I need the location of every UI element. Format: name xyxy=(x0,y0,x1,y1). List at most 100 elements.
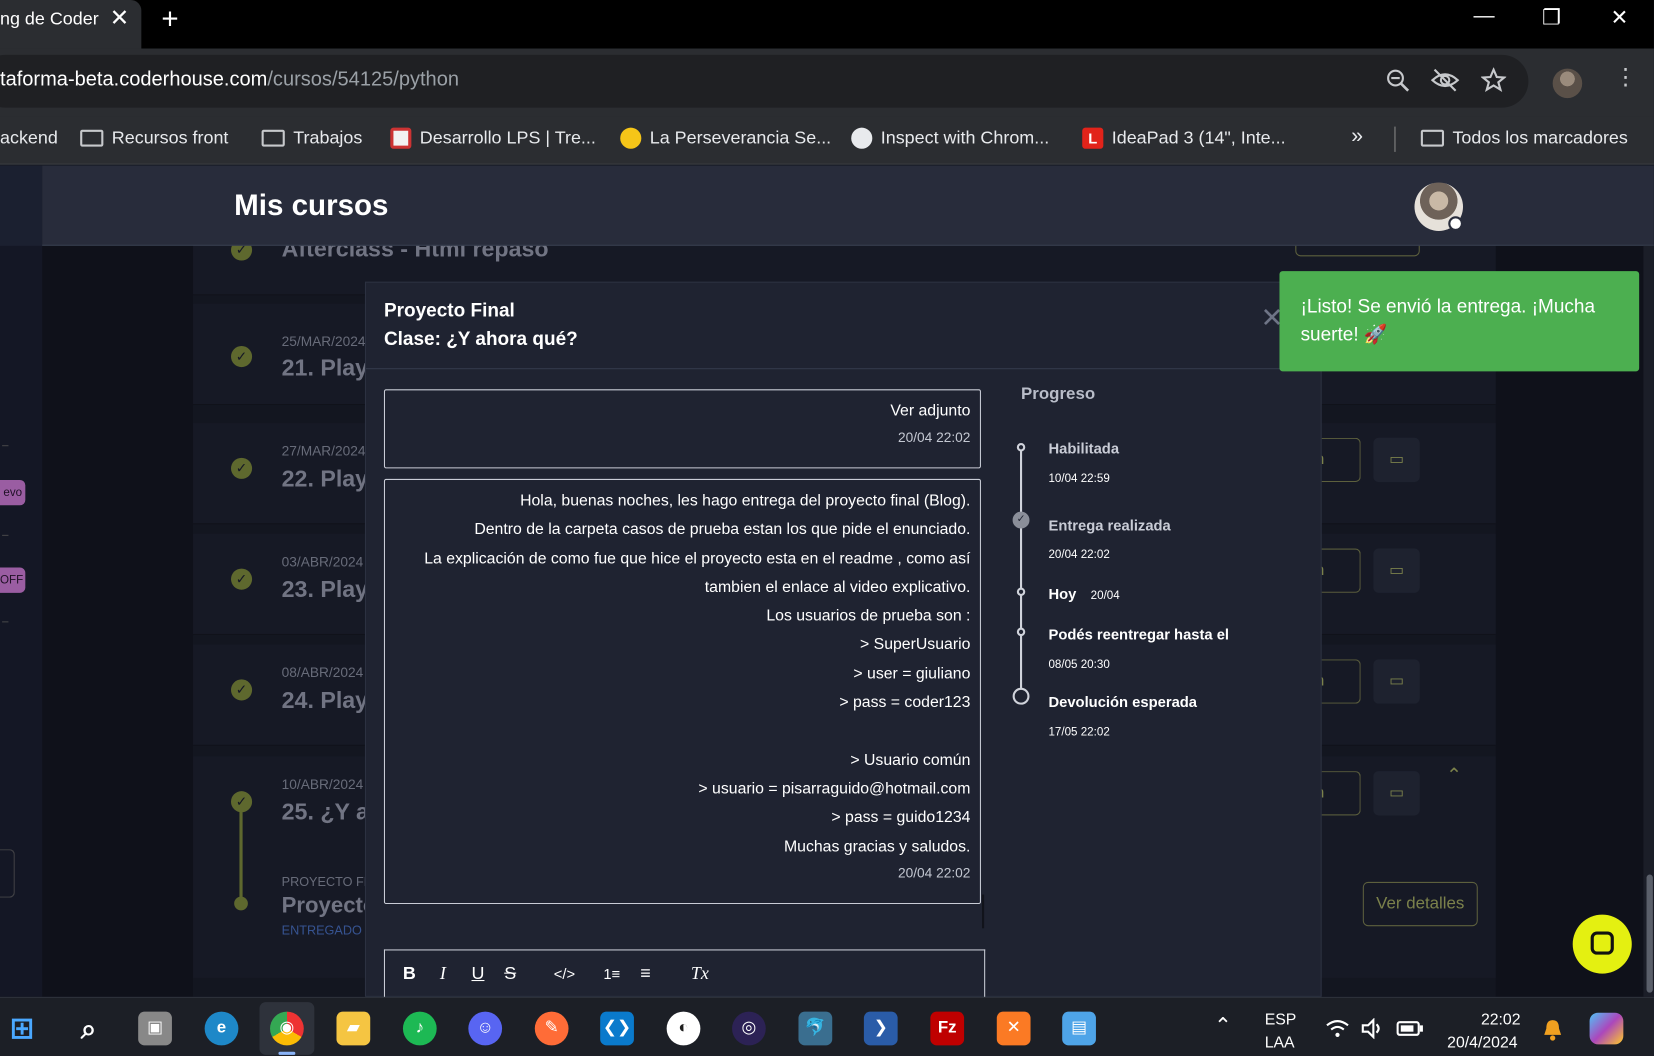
modal-subtitle: Clase: ¿Y ahora qué? xyxy=(383,328,578,350)
postman-icon[interactable]: ✎ xyxy=(534,1011,569,1046)
modal-header: Proyecto Final Clase: ¿Y ahora qué? ✕ xyxy=(366,283,1323,370)
chat-launcher-button[interactable] xyxy=(1572,914,1632,974)
new-tab-icon[interactable]: + xyxy=(161,2,178,36)
chat-icon xyxy=(1590,931,1614,955)
volume-icon[interactable] xyxy=(1361,1017,1386,1040)
powershell-icon[interactable]: ❯ xyxy=(863,1011,898,1046)
progress-step-label: Entrega realizada xyxy=(1048,516,1171,534)
bookmark-label: ackend xyxy=(0,127,58,148)
message-line: La explicación de como fue que hice el p… xyxy=(424,549,971,568)
close-tab-icon[interactable]: ✕ xyxy=(110,4,129,31)
strikethrough-button[interactable]: S xyxy=(504,963,516,984)
profile-avatar[interactable] xyxy=(1552,68,1583,99)
progress-node-open xyxy=(1012,687,1030,705)
message-time: 20/04 22:02 xyxy=(897,429,971,446)
message-line: > pass = coder123 xyxy=(839,693,971,712)
xampp-icon[interactable]: ✕ xyxy=(996,1011,1031,1046)
submission-message: Hola, buenas noches, les hago entrega de… xyxy=(383,478,981,905)
github-desktop-icon[interactable]: ◐ xyxy=(666,1011,701,1046)
spotify-icon[interactable]: ♪ xyxy=(402,1011,437,1046)
bold-button[interactable]: B xyxy=(403,963,416,984)
battery-icon[interactable] xyxy=(1396,1020,1424,1037)
clock-date[interactable]: 20/4/2024 xyxy=(1447,1034,1517,1052)
bookmarks-divider xyxy=(1394,126,1396,152)
tab-title: ng de Coder xyxy=(0,8,99,29)
star-icon[interactable] xyxy=(1480,67,1507,93)
language-bottom[interactable]: LAA xyxy=(1265,1034,1295,1052)
copilot-icon[interactable] xyxy=(1589,1012,1624,1045)
bookmark-label: La Perseverancia Se... xyxy=(649,127,832,148)
attachment-link[interactable]: Ver adjunto xyxy=(394,397,970,426)
menu-kebab-icon[interactable]: ⋮ xyxy=(1614,63,1637,90)
clock-time[interactable]: 22:02 xyxy=(1481,1011,1521,1029)
mysql-workbench-icon[interactable]: 🐬 xyxy=(798,1011,833,1046)
progress-line xyxy=(1019,446,1023,700)
language-top[interactable]: ESP xyxy=(1265,1011,1297,1029)
bullet-list-button[interactable]: ≡ xyxy=(640,963,650,984)
message-line: Muchas gracias y saludos. xyxy=(783,837,971,856)
browser-tab[interactable]: ng de Coder ✕ xyxy=(0,0,142,49)
bookmark-item[interactable]: Recursos front xyxy=(80,128,228,149)
bookmark-item[interactable]: ackend xyxy=(0,128,58,149)
address-bar[interactable]: taforma-beta.coderhouse.com/cursos/54125… xyxy=(0,54,1529,108)
notepad-icon[interactable]: ▤ xyxy=(1062,1011,1096,1046)
zoom-icon[interactable] xyxy=(1385,68,1410,93)
page-title: Mis cursos xyxy=(234,188,389,222)
progress-step-label: Habilitada xyxy=(1048,439,1120,457)
italic-button[interactable]: I xyxy=(440,963,446,984)
clear-format-button[interactable]: Tx xyxy=(691,963,709,984)
restore-icon[interactable]: ❐ xyxy=(1542,4,1561,30)
underline-button[interactable]: U xyxy=(471,963,484,984)
window-close-icon[interactable]: ✕ xyxy=(1611,4,1629,30)
progress-step-time: 17/05 22:02 xyxy=(1048,725,1110,739)
bookmark-item[interactable]: Desarrollo LPS | Tre... xyxy=(390,127,596,149)
submission-modal: Proyecto Final Clase: ¿Y ahora qué? ✕ Ve… xyxy=(364,281,1323,1003)
message-line: > usuario = pisarraguido@hotmail.com xyxy=(698,779,971,798)
url-path: /cursos/54125/python xyxy=(267,68,460,91)
wifi-icon[interactable] xyxy=(1325,1019,1350,1038)
chrome-icon[interactable]: ◉ xyxy=(270,1011,304,1046)
progress-step-label: Hoy xyxy=(1048,585,1077,603)
message-line: tambien el enlace al video explicativo. xyxy=(704,577,971,596)
edge-icon[interactable]: e xyxy=(204,1011,239,1046)
ordered-list-button[interactable]: 1≡ xyxy=(603,965,620,982)
folder-icon xyxy=(261,129,285,147)
code-button[interactable]: </> xyxy=(554,965,575,982)
progress-step-time: 08/05 20:30 xyxy=(1048,658,1110,671)
message-line xyxy=(394,717,970,746)
minimize-icon[interactable]: — xyxy=(1474,4,1495,28)
progress-step-label: Devolución esperada xyxy=(1048,693,1198,710)
bookmark-item[interactable]: Inspect with Chrom... xyxy=(851,127,1049,149)
bookmark-item[interactable]: Trabajos xyxy=(261,128,362,149)
message-time: 20/04 22:02 xyxy=(897,864,971,881)
discord-icon[interactable]: ☺ xyxy=(468,1011,503,1046)
bookmark-item[interactable]: L IdeaPad 3 (14", Inte... xyxy=(1082,127,1286,149)
page-scrollbar-thumb[interactable] xyxy=(1646,874,1653,993)
modal-title: Proyecto Final xyxy=(383,299,515,321)
file-explorer-icon[interactable]: ▰ xyxy=(336,1011,371,1046)
all-bookmarks[interactable]: Todos los marcadores xyxy=(1420,127,1628,149)
task-view-icon[interactable]: ▣ xyxy=(138,1011,172,1046)
reply-editor[interactable]: B I U S </> 1≡ ≡ Tx xyxy=(383,949,986,1003)
success-toast[interactable]: ¡Listo! Se envió la entrega. ¡Mucha suer… xyxy=(1279,271,1640,372)
start-icon[interactable]: ⊞ xyxy=(5,1012,39,1046)
tray-overflow-icon[interactable]: ⌃ xyxy=(1214,1013,1232,1039)
scrollbar[interactable] xyxy=(982,894,985,929)
notification-bell-icon[interactable] xyxy=(1542,1018,1563,1041)
bookmark-item[interactable]: La Perseverancia Se... xyxy=(620,127,832,149)
screen: ng de Coder ✕ + — ❐ ✕ taforma-beta.coder… xyxy=(0,0,1654,1056)
bookmarks-bar: ackend Recursos front Trabajos Desarroll… xyxy=(0,116,1654,165)
vscode-icon[interactable]: ❮❯ xyxy=(600,1011,634,1046)
eclipse-icon[interactable]: ◎ xyxy=(732,1011,766,1046)
message-line: > pass = guido1234 xyxy=(831,808,971,827)
progress-step-label: Podés reentregar hasta el xyxy=(1048,625,1230,643)
progress-node xyxy=(1016,587,1026,597)
attachment-message: Ver adjunto 20/04 22:02 xyxy=(383,389,981,469)
eye-off-icon[interactable] xyxy=(1430,68,1460,93)
filezilla-icon[interactable]: Fz xyxy=(930,1011,965,1046)
message-line: Hola, buenas noches, les hago entrega de… xyxy=(520,491,971,510)
search-icon[interactable]: ⌕ xyxy=(72,1012,106,1046)
bookmarks-overflow-icon[interactable]: » xyxy=(1351,124,1363,148)
bookmark-label: Todos los marcadores xyxy=(1452,127,1628,148)
message-line: Dentro de la carpeta casos de prueba est… xyxy=(474,520,971,539)
